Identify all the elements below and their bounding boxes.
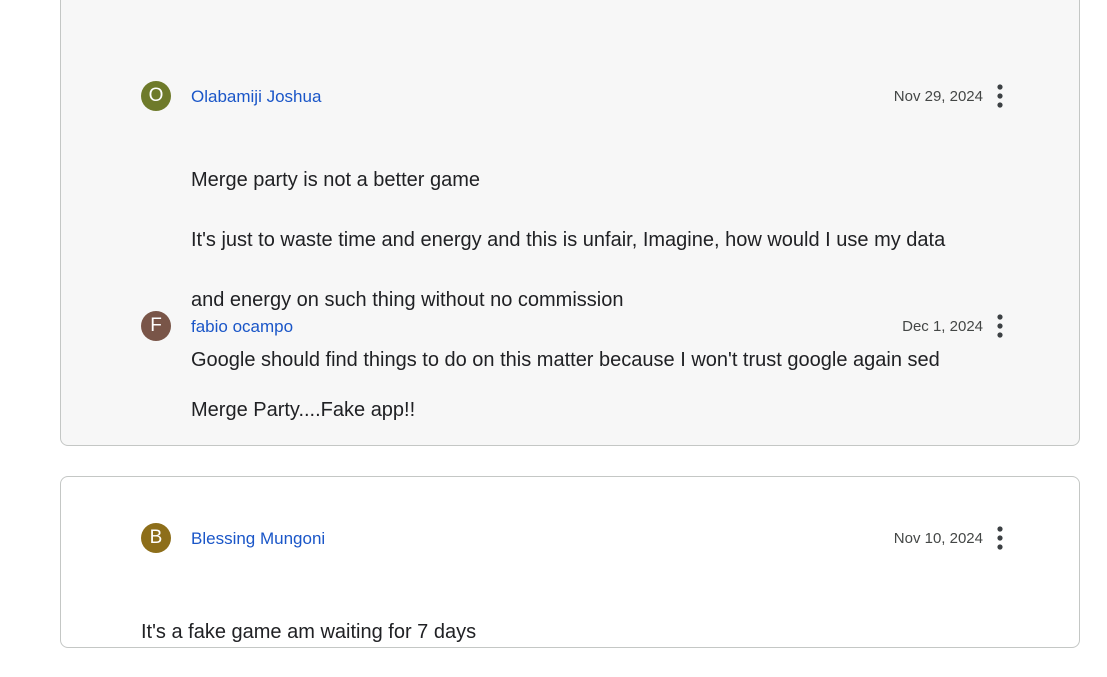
review-date: Nov 29, 2024 xyxy=(893,88,983,105)
avatar: F xyxy=(141,311,171,341)
review-body: It's a fake game am waiting for 7 days xyxy=(141,587,476,677)
review-line: It's just to waste time and energy and t… xyxy=(191,229,946,251)
more-options-button[interactable] xyxy=(989,82,1011,110)
review-card: B Blessing Mungoni Nov 10, 2024 It's a f… xyxy=(60,476,1080,648)
review-header: B Blessing Mungoni Nov 10, 2024 xyxy=(141,523,1003,553)
review-date: Nov 10, 2024 xyxy=(893,530,983,547)
more-vert-icon xyxy=(997,526,1003,550)
review-thread-card: O Olabamiji Joshua Nov 29, 2024 Merge pa… xyxy=(60,0,1080,446)
avatar: O xyxy=(141,81,171,111)
review-body: Merge Party....Fake app!! xyxy=(191,365,415,455)
more-options-button[interactable] xyxy=(989,524,1011,552)
review-header: O Olabamiji Joshua Nov 29, 2024 xyxy=(141,81,1003,111)
review-date: Dec 1, 2024 xyxy=(902,318,983,335)
avatar: B xyxy=(141,523,171,553)
author-name-link[interactable]: Olabamiji Joshua xyxy=(191,87,321,107)
review-line: Merge Party....Fake app!! xyxy=(191,399,416,421)
review-header: F fabio ocampo Dec 1, 2024 xyxy=(141,311,1003,341)
review-line: Merge party is not a better game xyxy=(191,169,481,191)
review-line: It's a fake game am waiting for 7 days xyxy=(141,621,477,643)
more-options-button[interactable] xyxy=(989,312,1011,340)
author-name-link[interactable]: Blessing Mungoni xyxy=(191,529,325,549)
author-name-link[interactable]: fabio ocampo xyxy=(191,317,293,337)
more-vert-icon xyxy=(997,84,1003,108)
more-vert-icon xyxy=(997,314,1003,338)
